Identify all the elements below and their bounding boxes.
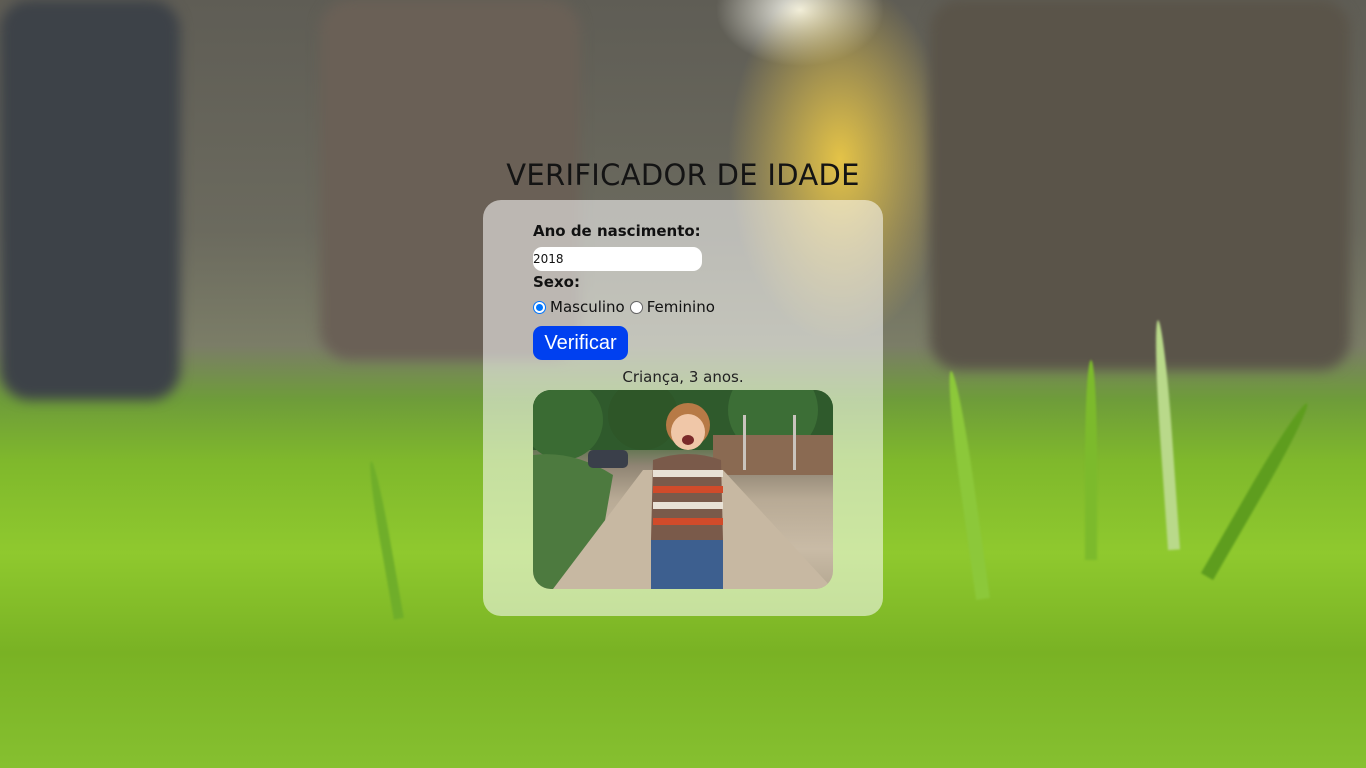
child-running-image xyxy=(533,390,833,589)
year-label: Ano de nascimento: xyxy=(533,222,701,240)
verify-button[interactable]: Verificar xyxy=(533,326,628,360)
birth-year-input[interactable] xyxy=(533,247,702,271)
radio-masculino[interactable] xyxy=(533,300,546,314)
result-text: Criança, 3 anos. xyxy=(622,368,744,386)
sex-label: Sexo: xyxy=(533,273,580,291)
radio-feminino[interactable] xyxy=(629,300,643,314)
page-title: VERIFICADOR DE IDADE xyxy=(506,158,860,192)
sex-radio-group: Masculino Feminino xyxy=(533,298,715,316)
radio-feminino-label[interactable]: Feminino xyxy=(647,298,715,316)
age-checker-card: Ano de nascimento: Sexo: Masculino Femin… xyxy=(483,200,883,616)
result-photo xyxy=(533,390,833,589)
radio-masculino-label[interactable]: Masculino xyxy=(550,298,625,316)
